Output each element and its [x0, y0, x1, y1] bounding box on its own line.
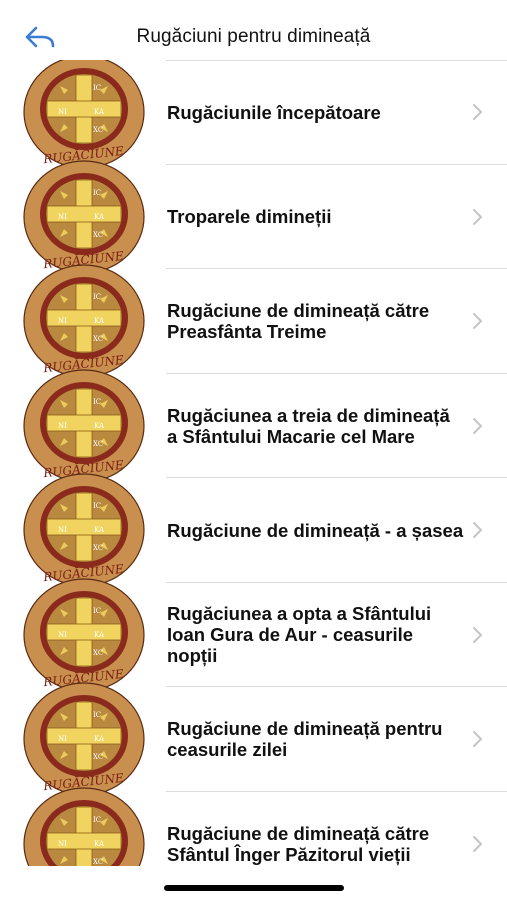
svg-text:XC: XC — [93, 544, 103, 552]
orthodox-cross-medallion-icon: ICXCNI KARUGĂCIUNE — [23, 682, 145, 796]
list-item-label: Rugăciune de dimineață pentru ceasurile … — [167, 718, 443, 761]
chevron-right-icon — [473, 731, 482, 748]
list-item-label: Rugăciune de dimineață către Sfântul Îng… — [167, 822, 430, 865]
orthodox-cross-medallion-icon: ICXCNI KARUGĂCIUNE — [23, 473, 145, 587]
list-item-label: Rugăciune de dimineață - a șasea — [167, 519, 464, 541]
svg-text:NI: NI — [58, 213, 67, 221]
svg-text:IC: IC — [93, 84, 101, 92]
chevron-right-icon — [473, 626, 482, 643]
list-item[interactable]: IC XC NI KA RUGĂCIUNE Rugăciune de dimineață… — [0, 473, 507, 587]
list-item-label: Rugăciunea a treia de dimineață a Sfântu… — [167, 404, 450, 447]
svg-text:NI: NI — [58, 108, 67, 116]
page-title: Rugăciuni pentru dimineață — [136, 26, 371, 47]
svg-text:IC: IC — [93, 607, 101, 615]
svg-text:NI: NI — [58, 317, 67, 325]
chevron-right-icon — [473, 313, 482, 330]
svg-text:KA: KA — [94, 735, 105, 743]
svg-text:XC: XC — [93, 440, 103, 448]
svg-text:NI: NI — [58, 631, 67, 639]
chevron-right-icon — [473, 417, 482, 434]
svg-text:NI: NI — [58, 422, 67, 430]
svg-text:KA: KA — [94, 317, 105, 325]
list-item-label: Rugăciunile începătoare — [167, 101, 381, 123]
list-item[interactable]: IC XC NI KA RUGĂCIUNE Rugăciunile începătoar… — [0, 60, 507, 169]
svg-text:IC: IC — [93, 398, 101, 406]
svg-text:XC: XC — [93, 126, 103, 134]
svg-text:IC: IC — [93, 711, 101, 719]
list-item[interactable]: IC XC NI KA RUGĂCIUNE Rugăciune de dimineață… — [0, 682, 507, 796]
svg-text:KA: KA — [94, 526, 105, 534]
orthodox-cross-medallion-icon: ICXCNI KARUGĂCIUNE — [23, 577, 145, 692]
svg-text:NI: NI — [58, 840, 67, 848]
svg-text:XC: XC — [93, 753, 103, 761]
svg-text:KA: KA — [94, 108, 105, 116]
orthodox-cross-medallion-icon: ICXCNI KARUGĂCIUNE — [23, 786, 145, 866]
list-item-label: Rugăciune de dimineață către Preasfânta … — [167, 300, 430, 343]
prayer-list: IC XC NI KA RUGĂCIUNE Rugăciunile începătoar… — [0, 60, 507, 866]
navigation-bar: Rugăciuni pentru dimineață — [0, 0, 507, 60]
orthodox-cross-medallion-icon: ICXCNI KARUGĂCIUNE — [23, 264, 145, 378]
svg-text:NI: NI — [58, 526, 67, 534]
svg-text:NI: NI — [58, 735, 67, 743]
svg-text:XC: XC — [93, 335, 103, 343]
svg-text:KA: KA — [94, 840, 105, 848]
home-indicator[interactable] — [164, 885, 344, 891]
chevron-right-icon — [473, 522, 482, 539]
chevron-right-icon — [473, 104, 482, 121]
svg-text:KA: KA — [94, 631, 105, 639]
svg-text:XC: XC — [93, 858, 103, 866]
list-item[interactable]: IC XC NI KA RUGĂCIUNE Rugăciune de dimineață… — [0, 264, 507, 378]
svg-text:IC: IC — [93, 293, 101, 301]
svg-text:KA: KA — [94, 213, 105, 221]
svg-text:XC: XC — [93, 649, 103, 657]
orthodox-cross-medallion-icon: ICXCNI KARUGĂCIUNE — [23, 60, 145, 169]
orthodox-cross-medallion-icon: ICXCNI KARUGĂCIUNE — [23, 368, 145, 483]
svg-text:KA: KA — [94, 422, 105, 430]
list-item[interactable]: IC XC NI KA RUGĂCIUNE Rugăciune de dimineață… — [0, 786, 507, 866]
svg-text:XC: XC — [93, 231, 103, 239]
list-item[interactable]: IC XC NI KA RUGĂCIUNE Rugăciunea a opta a Sf… — [0, 577, 507, 692]
orthodox-cross-medallion-icon: ICXCNI KARUGĂCIUNE — [23, 159, 145, 274]
list-item[interactable]: IC XC NI KA RUGĂCIUNE Troparele dimineții — [0, 159, 507, 274]
svg-text:IC: IC — [93, 189, 101, 197]
list-item[interactable]: IC XC NI KA RUGĂCIUNE Rugăciunea a treia de … — [0, 368, 507, 483]
list-item-label: Rugăciunea a opta a Sfântului Ioan Gura … — [167, 603, 432, 667]
chevron-right-icon — [473, 835, 482, 852]
chevron-right-icon — [473, 208, 482, 225]
list-item-label: Troparele dimineții — [167, 206, 332, 228]
svg-text:IC: IC — [93, 816, 101, 824]
svg-text:IC: IC — [93, 502, 101, 510]
